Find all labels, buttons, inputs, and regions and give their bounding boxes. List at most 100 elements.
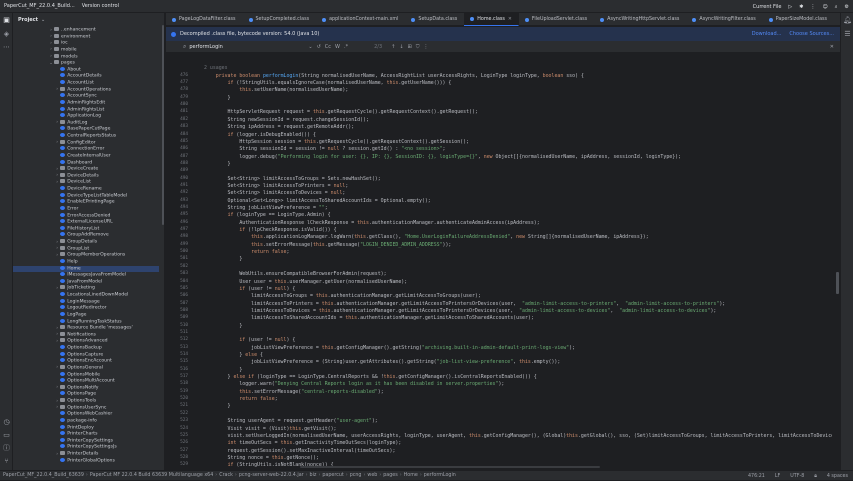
- filter-icon[interactable]: ⛉: [416, 44, 420, 50]
- breadcrumb-item[interactable]: biz: [310, 473, 317, 478]
- tree-item[interactable]: › ioc: [13, 40, 159, 47]
- more-icon[interactable]: ⋮: [810, 4, 815, 10]
- tree-item[interactable]: OptionsWebCashier: [13, 411, 159, 418]
- find-more-icon[interactable]: ⋮: [424, 44, 429, 50]
- tree-item[interactable]: LogoutRedirector: [13, 305, 159, 312]
- tree-item[interactable]: › OptionsUserSync: [13, 404, 159, 412]
- tree-item[interactable]: › OptionsTools: [13, 398, 159, 405]
- commit-tool-icon[interactable]: ◈: [2, 30, 11, 39]
- editor-tab[interactable]: PageLogDataFilter.class: [166, 13, 243, 26]
- editor-horizontal-scrollbar[interactable]: [300, 466, 600, 468]
- services-icon[interactable]: ◷: [2, 418, 11, 427]
- tree-item[interactable]: Dashboard: [13, 159, 159, 167]
- terminal-icon[interactable]: ▭: [2, 431, 11, 440]
- regex-toggle[interactable]: .*: [344, 44, 348, 50]
- editor-tab[interactable]: AsyncWritingHttpServlet.class: [594, 13, 686, 26]
- tree-item[interactable]: › Resource Bundle 'messages': [13, 325, 159, 332]
- editor-tab[interactable]: applicationContext-main.xml: [316, 13, 405, 26]
- tree-item[interactable]: PrintDeploy: [13, 424, 159, 432]
- editor-tab[interactable]: PaperSizeModel.class: [763, 13, 834, 26]
- history-icon[interactable]: ⌄: [308, 44, 312, 50]
- tree-item[interactable]: › environment: [13, 33, 159, 41]
- tree-item[interactable]: › OptionsAdvanced: [13, 338, 159, 345]
- tree-item[interactable]: CentralReportsStatus: [13, 133, 159, 140]
- tree-item[interactable]: › models: [13, 53, 159, 61]
- search-icon[interactable]: ⌕: [183, 43, 186, 51]
- run-icon[interactable]: ▷: [788, 4, 792, 10]
- breadcrumb-item[interactable]: pcng-server-web-22.0.4.jar: [239, 473, 304, 478]
- lock-icon[interactable]: 🔒︎: [814, 473, 817, 479]
- breadcrumb-item[interactable]: performLogin: [424, 473, 456, 478]
- tree-item[interactable]: ErrorAccessDenied: [13, 212, 159, 220]
- code-editor[interactable]: 476 477 478 479 480 481 482 483 484 485 486 487 488 4…: [166, 54, 832, 470]
- tree-item[interactable]: AdminRightsList: [13, 106, 159, 114]
- tree-item[interactable]: LongRunningTaskStatus: [13, 318, 159, 326]
- tree-item[interactable]: JavaFromModel: [13, 278, 159, 286]
- tree-item[interactable]: › OptionsNotify: [13, 384, 159, 392]
- match-case-toggle[interactable]: Cc: [325, 44, 331, 50]
- tree-item[interactable]: › DeviceDetails: [13, 172, 159, 180]
- account-icon[interactable]: ☺: [822, 4, 827, 10]
- editor-tab[interactable]: SetupData.class: [405, 13, 464, 26]
- breadcrumb-item[interactable]: Home: [404, 473, 418, 478]
- tree-item[interactable]: ApplicationLog: [13, 113, 159, 120]
- whole-word-toggle[interactable]: W: [335, 44, 340, 50]
- tree-item[interactable]: AdminRightsEdit: [13, 99, 159, 107]
- tree-item[interactable]: › PrinterDetails: [13, 451, 159, 458]
- tree-item[interactable]: FileHistoryList: [13, 225, 159, 233]
- tree-item[interactable]: EnableEPrintingPage: [13, 199, 159, 206]
- tree-item[interactable]: PrinterCopySettingsJs: [13, 444, 159, 451]
- tree-item[interactable]: package-info: [13, 417, 159, 425]
- tree-item[interactable]: ConnectionError: [13, 146, 159, 153]
- clear-icon[interactable]: ↺: [317, 44, 321, 50]
- tree-item[interactable]: OptionsCapture: [13, 351, 159, 359]
- breadcrumb-item[interactable]: Crack: [219, 473, 233, 478]
- close-tab-icon[interactable]: ✕: [508, 17, 512, 22]
- tree-item[interactable]: PrinterGlobalOptions: [13, 457, 159, 465]
- editor-tab[interactable]: Home.class ✕: [464, 13, 519, 26]
- tree-item[interactable]: › DeviceCreate: [13, 166, 159, 173]
- cursor-position[interactable]: 476:21: [748, 474, 765, 479]
- file-encoding[interactable]: UTF-8: [790, 474, 804, 479]
- tree-item[interactable]: GroupAddRemove: [13, 232, 159, 239]
- tree-item[interactable]: › OptionsGeneral: [13, 364, 159, 372]
- settings-icon[interactable]: ⚙: [845, 4, 849, 10]
- choose-sources-link[interactable]: Choose Sources...: [789, 31, 834, 37]
- tree-item[interactable]: AccountSync: [13, 93, 159, 100]
- breadcrumb-item[interactable]: pcng: [350, 473, 362, 478]
- tree-item[interactable]: OptionsMobile: [13, 371, 159, 379]
- tree-item[interactable]: BasePaperCutPage: [13, 126, 159, 133]
- project-panel-header[interactable]: Project ⌄: [13, 13, 164, 27]
- project-scrollbar[interactable]: [162, 25, 164, 225]
- tree-item[interactable]: About: [13, 66, 159, 74]
- tree-item[interactable]: IMessagesJavaFromModel: [13, 272, 159, 279]
- breadcrumb-item[interactable]: papercut: [322, 473, 343, 478]
- tree-item[interactable]: AccountList: [13, 80, 159, 87]
- line-separator[interactable]: LF: [775, 474, 780, 479]
- notifications-icon[interactable]: 🔔︎: [843, 16, 852, 25]
- tree-item[interactable]: › DeviceList: [13, 179, 159, 186]
- breadcrumb-item[interactable]: web: [367, 473, 377, 478]
- tree-item[interactable]: LoginMessage: [13, 298, 159, 306]
- select-all-icon[interactable]: ⊞: [408, 44, 412, 50]
- tree-item[interactable]: › AuditLog: [13, 119, 159, 127]
- tree-item[interactable]: › GroupMemberOperations: [13, 252, 159, 259]
- find-input[interactable]: [189, 43, 305, 50]
- download-link[interactable]: Download...: [752, 31, 782, 37]
- tree-item[interactable]: OptionsPage: [13, 391, 159, 398]
- breadcrumb-item[interactable]: pages: [383, 473, 397, 478]
- tree-item[interactable]: › Notifications: [13, 331, 159, 339]
- editor-scroll-thumb[interactable]: [836, 272, 839, 294]
- tree-item[interactable]: OptionsMultiAccount: [13, 378, 159, 385]
- tree-item[interactable]: LocationsLinedDownModel: [13, 292, 159, 299]
- tree-item[interactable]: OptionsEncAccount: [13, 358, 159, 365]
- tree-item[interactable]: PrinterCopySettings: [13, 437, 159, 445]
- vcs-menu[interactable]: Version control: [82, 3, 119, 9]
- project-selector[interactable]: PaperCut_MF_22.0.4_Build...: [4, 3, 75, 9]
- tree-item[interactable]: › ConfigEditor: [13, 139, 159, 147]
- tree-item[interactable]: › AccountOperations: [13, 86, 159, 94]
- close-icon[interactable]: ✕: [830, 44, 834, 50]
- prev-match-icon[interactable]: ↑: [391, 44, 395, 50]
- tree-item[interactable]: CreateInternalUser: [13, 152, 159, 160]
- debug-icon[interactable]: ✱: [799, 4, 803, 10]
